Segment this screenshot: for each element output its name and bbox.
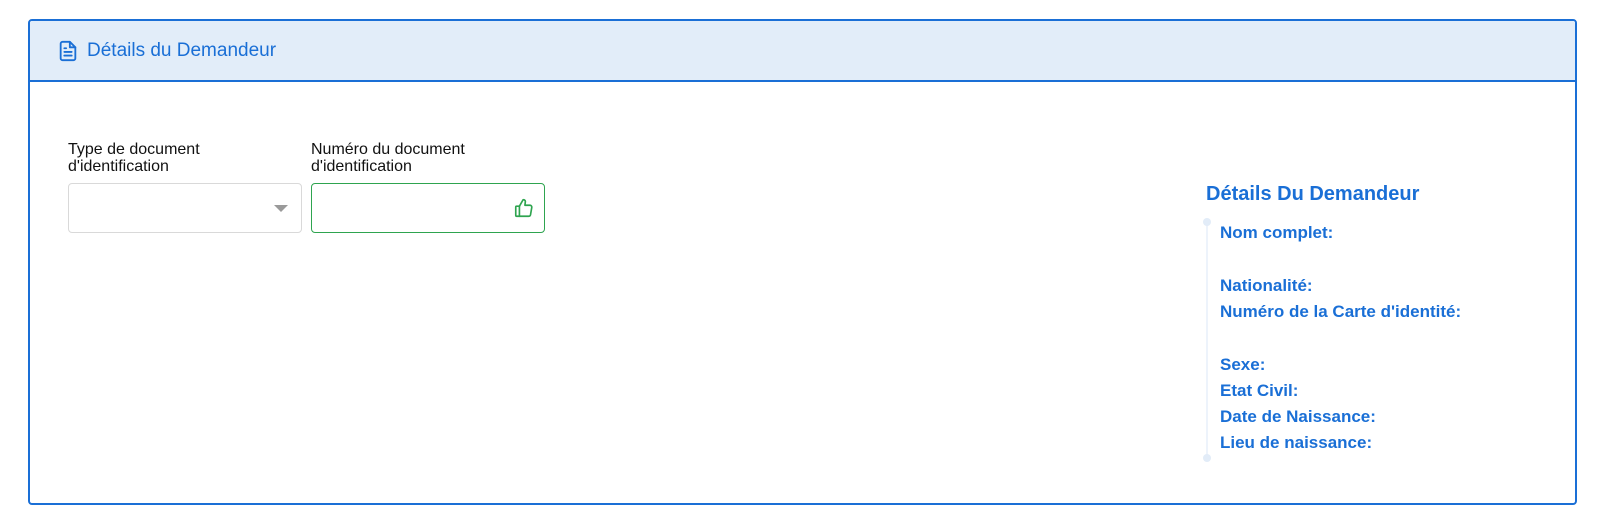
summary-birth-place: Lieu de naissance: xyxy=(1220,433,1373,452)
doc-number-field: Numéro du document d'identification xyxy=(311,141,545,233)
doc-number-input-wrapper[interactable] xyxy=(311,183,545,233)
applicant-summary: Détails Du Demandeur Nom complet: Nation… xyxy=(1203,183,1546,462)
timeline-end-dot xyxy=(1203,454,1211,462)
summary-sex: Sexe: xyxy=(1220,355,1266,374)
chevron-down-icon[interactable] xyxy=(274,205,288,212)
summary-timeline: Nom complet: Nationalité: Numéro de la C… xyxy=(1203,218,1546,462)
summary-civil-status: Etat Civil: xyxy=(1220,381,1299,400)
summary-title: Détails Du Demandeur xyxy=(1206,183,1420,205)
card-header: Détails du Demandeur xyxy=(30,21,1575,82)
timeline-start-dot xyxy=(1203,218,1211,226)
applicant-details-card: Détails du Demandeur Type de document d'… xyxy=(28,19,1577,505)
summary-nationality: Nationalité: xyxy=(1220,276,1313,295)
doc-type-field: Type de document d'identification xyxy=(68,141,302,233)
summary-birth-date: Date de Naissance: xyxy=(1220,407,1376,426)
doc-type-label: Type de document d'identification xyxy=(68,141,200,175)
summary-full-name: Nom complet: xyxy=(1220,223,1334,242)
doc-number-label: Numéro du document d'identification xyxy=(311,141,465,175)
document-icon xyxy=(57,40,79,62)
summary-id-card-number: Numéro de la Carte d'identité: xyxy=(1220,302,1462,321)
card-title: Détails du Demandeur xyxy=(87,39,277,61)
timeline-track xyxy=(1206,220,1208,460)
thumbs-up-icon xyxy=(513,197,535,219)
doc-number-input[interactable] xyxy=(312,184,522,230)
doc-type-select[interactable] xyxy=(68,183,302,233)
